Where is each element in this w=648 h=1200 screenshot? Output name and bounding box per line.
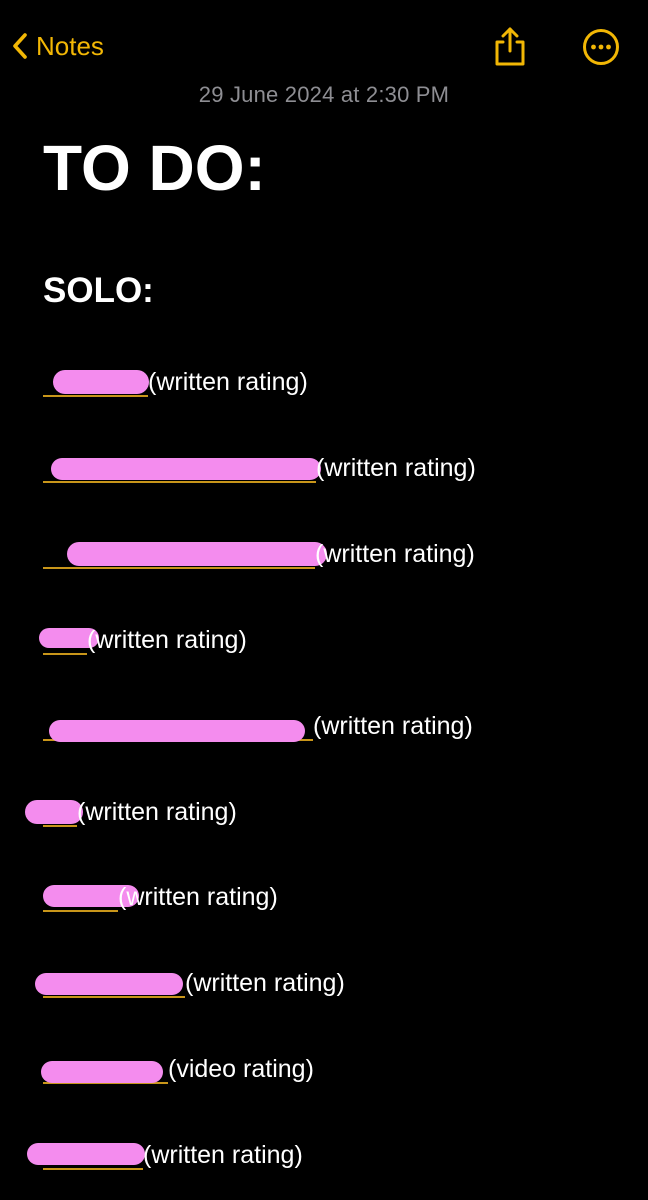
rating-type: (written rating): [316, 454, 476, 482]
redacted-name-link[interactable]: [27, 1135, 145, 1175]
list-item: (written rating): [43, 362, 308, 402]
redacted-name-link[interactable]: [43, 534, 327, 574]
navigation-bar: Notes: [0, 0, 648, 92]
note-date: 29 June 2024 at 2:30 PM: [198, 82, 450, 107]
redacted-name-link[interactable]: [41, 1049, 168, 1089]
redaction-mark: [41, 1061, 163, 1083]
rating-type: (written rating): [118, 883, 278, 911]
redacted-name-link[interactable]: [43, 706, 313, 746]
redacted-name-link[interactable]: [43, 448, 321, 488]
redaction-mark: [27, 1143, 145, 1165]
link-underline: [43, 481, 316, 483]
rating-type: (written rating): [315, 540, 475, 568]
redacted-name-link[interactable]: [39, 620, 99, 660]
section-heading: SOLO:: [43, 271, 154, 310]
link-underline: [43, 996, 185, 998]
list-item: (written rating): [27, 1135, 303, 1175]
rating-type: (written rating): [148, 368, 308, 396]
back-button[interactable]: Notes: [12, 28, 104, 64]
redacted-name-link[interactable]: [43, 362, 149, 402]
note-title: TO DO:: [43, 132, 266, 204]
chevron-left-icon: [13, 33, 27, 59]
share-icon[interactable]: [490, 24, 530, 68]
redaction-mark: [67, 542, 327, 566]
redacted-name-link[interactable]: [35, 963, 185, 1003]
list-item: (video rating): [41, 1049, 314, 1089]
list-item: (written rating): [43, 534, 475, 574]
rating-type: (written rating): [87, 626, 247, 654]
redacted-name-link[interactable]: [43, 877, 139, 917]
redaction-mark: [25, 800, 83, 824]
redacted-name-link[interactable]: [25, 792, 83, 832]
redaction-mark: [53, 370, 149, 394]
link-underline: [43, 653, 87, 655]
ellipsis-circle-icon[interactable]: [582, 28, 620, 66]
list-item: (written rating): [39, 620, 247, 660]
list-item: (written rating): [25, 792, 237, 832]
link-underline: [43, 825, 77, 827]
link-underline: [43, 1168, 143, 1170]
list-item: (written rating): [35, 963, 345, 1003]
back-button-label: Notes: [36, 31, 104, 61]
link-underline: [43, 395, 148, 397]
rating-type: (written rating): [185, 969, 345, 997]
redaction-mark: [35, 973, 183, 995]
redaction-mark: [51, 458, 321, 480]
list-item: (written rating): [43, 448, 476, 488]
link-underline: [43, 567, 315, 569]
list-item: (written rating): [43, 877, 278, 917]
rating-type: (written rating): [77, 798, 237, 826]
redaction-mark: [49, 720, 305, 742]
rating-type: (video rating): [168, 1055, 314, 1083]
rating-type: (written rating): [313, 712, 473, 740]
link-underline: [43, 910, 118, 912]
rating-type: (written rating): [143, 1141, 303, 1169]
list-item: (written rating): [43, 706, 473, 746]
